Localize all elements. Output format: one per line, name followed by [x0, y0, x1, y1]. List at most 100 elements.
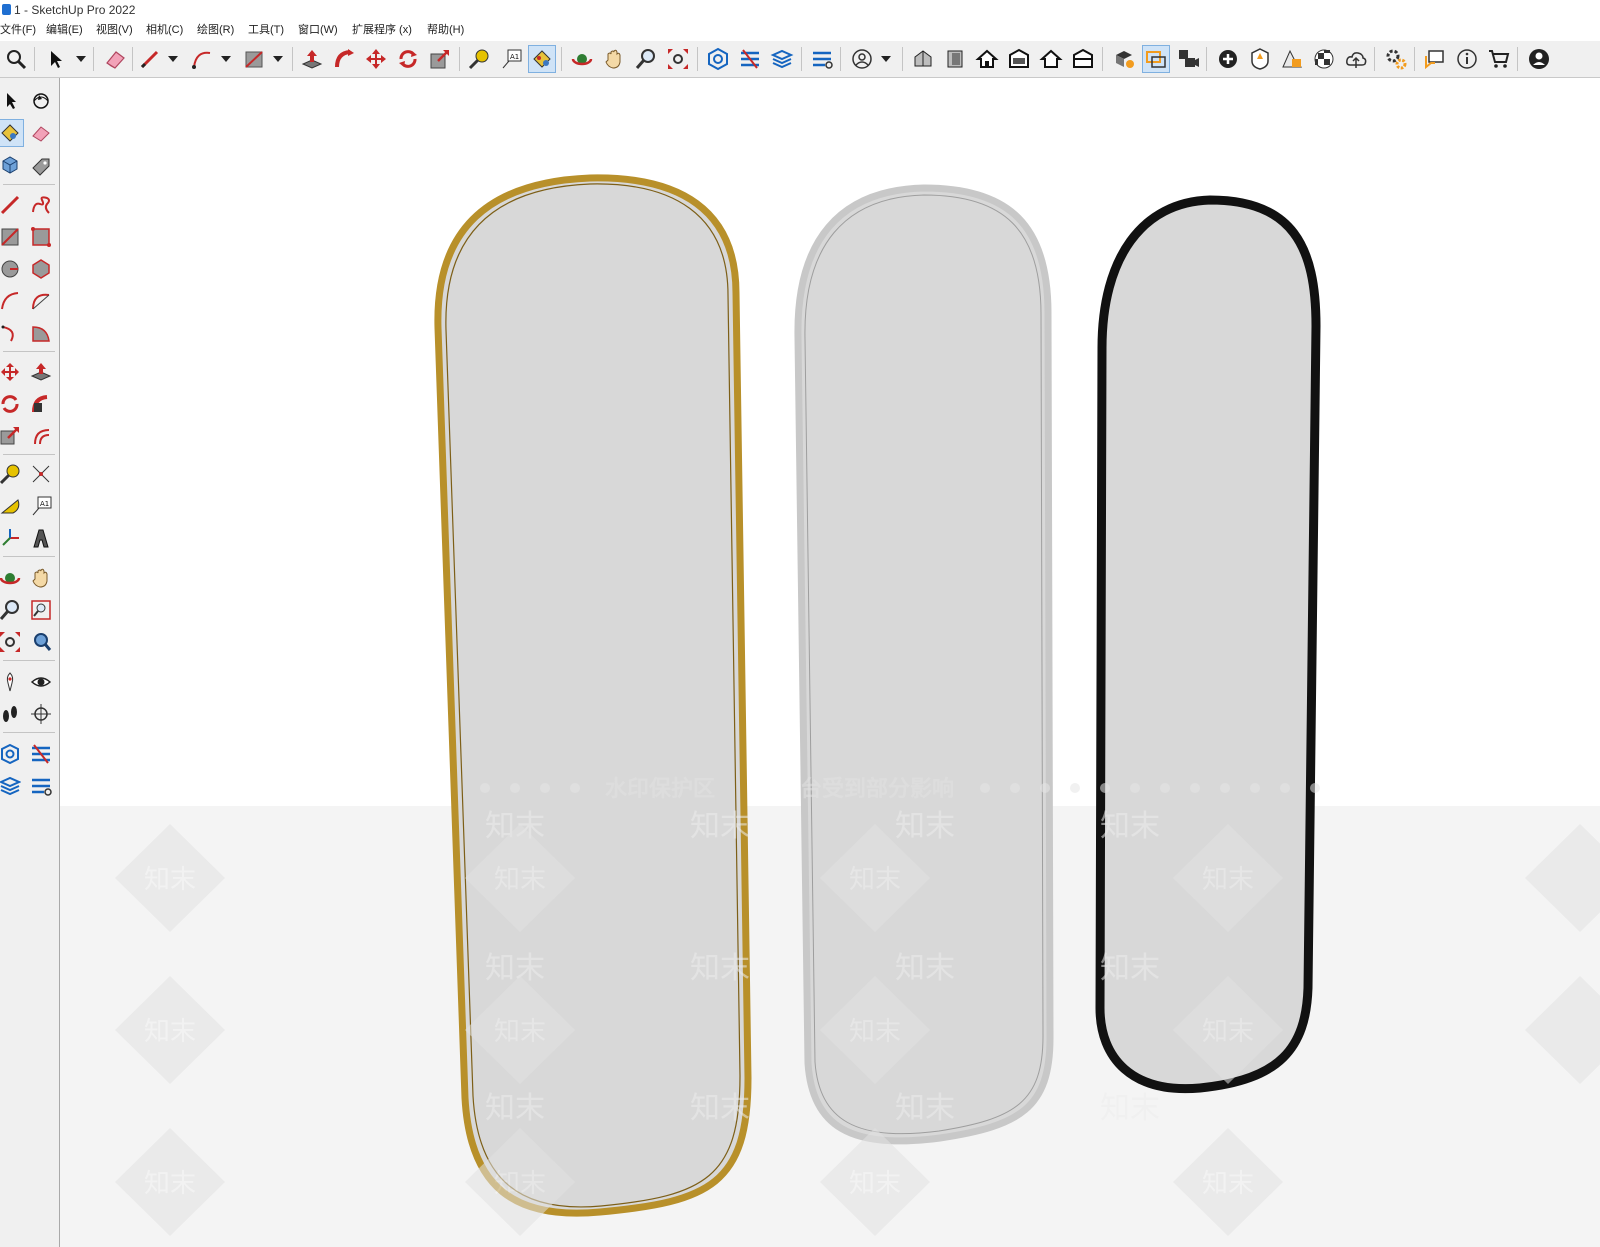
- previous-view-icon[interactable]: [27, 628, 55, 656]
- two-point-arc-tool-icon[interactable]: [27, 287, 55, 315]
- iso-view-icon[interactable]: [909, 45, 937, 73]
- modeling-viewport[interactable]: 水印保护区 台受到部分影响 知末 知末 知末 知末 知末 知末 知末 知末 知末…: [60, 78, 1600, 1247]
- top-view-icon[interactable]: [941, 45, 969, 73]
- rectangle-tool-icon[interactable]: [0, 223, 24, 251]
- menu-window[interactable]: 窗口(W): [298, 20, 338, 40]
- select-tool-icon[interactable]: [0, 87, 24, 115]
- position-camera-icon[interactable]: [0, 668, 24, 696]
- axes-tool-icon[interactable]: [27, 460, 55, 488]
- tape-measure-tool-icon[interactable]: [0, 460, 24, 488]
- account-profile-icon[interactable]: [1525, 45, 1553, 73]
- extension-manager-icon[interactable]: [808, 45, 836, 73]
- extension-warehouse-icon[interactable]: [736, 45, 764, 73]
- menu-extensions[interactable]: 扩展程序 (x): [352, 20, 412, 40]
- cloud-upload-icon[interactable]: [1342, 45, 1370, 73]
- section-plane-tool-icon[interactable]: [27, 700, 55, 728]
- menu-camera[interactable]: 相机(C): [146, 20, 183, 40]
- user-account-icon[interactable]: [848, 45, 876, 73]
- zoom-extents-tool-icon[interactable]: [664, 45, 692, 73]
- layers-share-icon[interactable]: [768, 45, 796, 73]
- checker-texture-icon[interactable]: [1310, 45, 1338, 73]
- shopping-cart-icon[interactable]: [1485, 45, 1513, 73]
- move-tool-icon[interactable]: [0, 358, 24, 386]
- style-builder-icon[interactable]: [1110, 45, 1138, 73]
- right-view-icon[interactable]: [1005, 45, 1033, 73]
- text-tool-icon[interactable]: A1: [27, 492, 55, 520]
- front-view-icon[interactable]: [973, 45, 1001, 73]
- pencil-line-tool-icon[interactable]: [136, 45, 164, 73]
- user-dropdown-icon[interactable]: [881, 56, 891, 62]
- scale-tool-icon[interactable]: [426, 45, 454, 73]
- rotate-tool-icon[interactable]: [394, 45, 422, 73]
- push-pull-tool-icon[interactable]: [298, 45, 326, 73]
- extension-manager-icon[interactable]: [27, 772, 55, 800]
- silver-frame-mirror[interactable]: [794, 184, 1054, 1145]
- paint-bucket-tool-icon[interactable]: [528, 45, 556, 73]
- menu-help[interactable]: 帮助(H): [427, 20, 464, 40]
- rotated-rectangle-tool-icon[interactable]: [27, 223, 55, 251]
- left-view-icon[interactable]: [1069, 45, 1097, 73]
- paint-bucket-tool-icon[interactable]: [0, 119, 24, 147]
- pie-tool-icon[interactable]: [27, 319, 55, 347]
- scenes-camera-icon[interactable]: [1174, 45, 1202, 73]
- 3d-text-tool-icon[interactable]: [27, 524, 55, 552]
- extension-warehouse-icon[interactable]: [27, 740, 55, 768]
- pan-hand-tool-icon[interactable]: [27, 564, 55, 592]
- info-icon[interactable]: [1453, 45, 1481, 73]
- scale-tool-icon[interactable]: [0, 422, 24, 450]
- axes-orientation-icon[interactable]: [0, 524, 24, 552]
- pan-hand-tool-icon[interactable]: [600, 45, 628, 73]
- eraser-tool-icon[interactable]: [101, 45, 129, 73]
- menu-draw[interactable]: 绘图(R): [197, 20, 234, 40]
- gold-frame-mirror[interactable]: [434, 174, 752, 1217]
- move-tool-icon[interactable]: [362, 45, 390, 73]
- photo-texture-icon[interactable]: [1246, 45, 1274, 73]
- circle-tool-icon[interactable]: [0, 255, 24, 283]
- zoom-extents-tool-icon[interactable]: [0, 628, 24, 656]
- protractor-tool-icon[interactable]: [0, 492, 24, 520]
- line-tool-icon[interactable]: [0, 191, 24, 219]
- select-dropdown-icon[interactable]: [76, 56, 86, 62]
- search-icon[interactable]: [2, 45, 30, 73]
- menu-edit[interactable]: 编辑(E): [46, 20, 83, 40]
- section-plane-icon[interactable]: [1142, 45, 1170, 73]
- orbit-tool-icon[interactable]: [568, 45, 596, 73]
- eraser-tool-icon[interactable]: [27, 119, 55, 147]
- shape-dropdown-icon[interactable]: [273, 56, 283, 62]
- zoom-tool-icon[interactable]: [632, 45, 660, 73]
- orbit-tool-icon[interactable]: [0, 564, 24, 592]
- select-tool-icon[interactable]: [42, 45, 70, 73]
- zoom-window-tool-icon[interactable]: [27, 596, 55, 624]
- follow-me-tool-icon[interactable]: [27, 390, 55, 418]
- rectangle-tool-icon[interactable]: [240, 45, 268, 73]
- polygon-tool-icon[interactable]: [27, 255, 55, 283]
- text-label-tool-icon[interactable]: A1: [497, 45, 525, 73]
- arc-tool-icon[interactable]: [0, 287, 24, 315]
- preferences-gears-icon[interactable]: [1382, 45, 1410, 73]
- zoom-tool-icon[interactable]: [0, 596, 24, 624]
- menu-tools[interactable]: 工具(T): [248, 20, 284, 40]
- tape-measure-tool-icon[interactable]: [465, 45, 493, 73]
- back-view-icon[interactable]: [1037, 45, 1065, 73]
- tag-tool-icon[interactable]: [27, 151, 55, 179]
- follow-me-tool-icon[interactable]: [330, 45, 358, 73]
- warehouse-components-icon[interactable]: [704, 45, 732, 73]
- three-point-arc-tool-icon[interactable]: [0, 319, 24, 347]
- orbit-select-icon[interactable]: [27, 87, 55, 115]
- sandbox-terrain-icon[interactable]: [1278, 45, 1306, 73]
- layers-share-icon[interactable]: [0, 772, 24, 800]
- walk-footprints-icon[interactable]: [0, 700, 24, 728]
- arc-dropdown-icon[interactable]: [221, 56, 231, 62]
- menu-view[interactable]: 视图(V): [96, 20, 133, 40]
- menu-file[interactable]: 文件(F): [0, 20, 36, 40]
- make-component-icon[interactable]: [0, 151, 24, 179]
- rotate-tool-icon[interactable]: [0, 390, 24, 418]
- freehand-tool-icon[interactable]: [27, 191, 55, 219]
- 3d-warehouse-icon[interactable]: [0, 740, 24, 768]
- arc-tool-icon[interactable]: [188, 45, 216, 73]
- line-dropdown-icon[interactable]: [168, 56, 178, 62]
- push-pull-tool-icon[interactable]: [27, 358, 55, 386]
- offset-tool-icon[interactable]: [27, 422, 55, 450]
- instructor-dialog-icon[interactable]: [1421, 45, 1449, 73]
- add-location-icon[interactable]: [1214, 45, 1242, 73]
